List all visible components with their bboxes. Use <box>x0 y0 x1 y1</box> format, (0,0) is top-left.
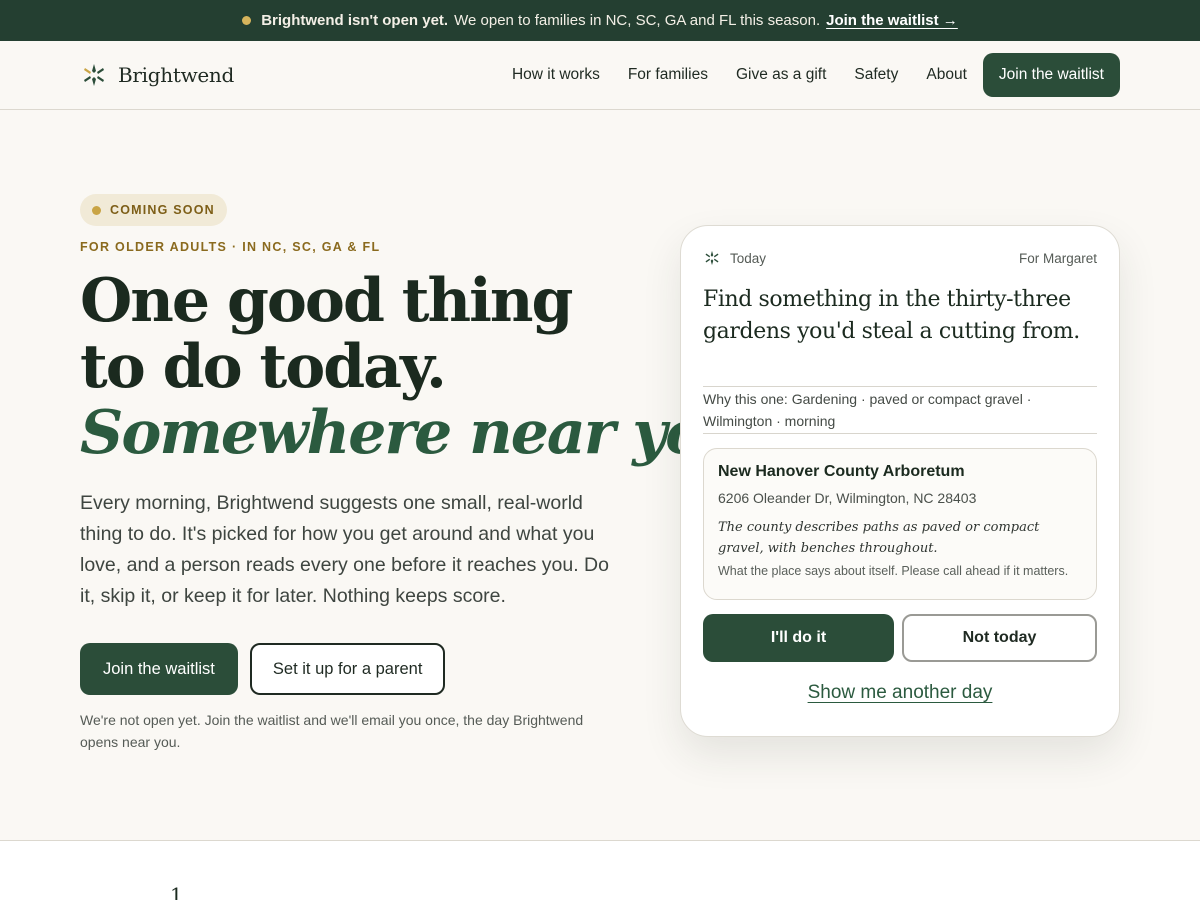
sparkle-logo-icon <box>84 64 104 86</box>
hero-eyebrow: FOR OLDER ADULTS · IN NC, SC, GA & FL <box>80 240 381 254</box>
brand-name: Brightwend <box>118 63 235 87</box>
place-name: New Hanover County Arboretum <box>718 463 965 480</box>
card-why-this-one: Why this one: Gardening · paved or compa… <box>703 386 1097 434</box>
badge-label: COMING SOON <box>110 203 215 217</box>
nav-about[interactable]: About <box>926 66 967 84</box>
not-today-button[interactable]: Not today <box>902 614 1097 662</box>
place-address: 6206 Oleander Dr, Wilmington, NC 28403 <box>718 490 977 506</box>
announcement-text: We open to families in NC, SC, GA and FL… <box>454 12 821 29</box>
hero-section: COMING SOON FOR OLDER ADULTS · IN NC, SC… <box>0 110 1200 840</box>
place-description: The county describes paths as paved or c… <box>718 520 1040 556</box>
card-recipient: For Margaret <box>1018 250 1097 266</box>
nav-how-it-works[interactable]: How it works <box>512 66 600 84</box>
announcement-bar: Brightwend isn't open yet. We open to fa… <box>0 0 1200 41</box>
badge-dot <box>92 205 101 215</box>
hero-lede: Every morning, Brightwend suggests one s… <box>80 492 609 607</box>
nav-give-as-a-gift[interactable]: Give as a gift <box>736 66 826 84</box>
headline-line-2: to do today. <box>80 332 447 402</box>
waitlist-note: We're not open yet. Join the waitlist an… <box>80 712 584 750</box>
place-disclaimer: What the place says about itself. Please… <box>718 564 1069 578</box>
announcement-bold: Brightwend isn't open yet. <box>261 12 449 29</box>
headline-line-1: One good thing <box>80 266 573 336</box>
step-number: 1 <box>170 883 183 900</box>
hero-cta-row: Join the waitlist Set it up for a parent <box>80 643 446 695</box>
sparkle-icon <box>705 250 719 266</box>
nav-for-families[interactable]: For families <box>628 66 708 84</box>
ill-do-it-button[interactable]: I'll do it <box>703 614 894 662</box>
hero-headline: One good thing to do today. Somewhere ne… <box>80 266 766 468</box>
header-join-waitlist-button[interactable]: Join the waitlist <box>982 53 1120 97</box>
status-dot <box>242 16 252 25</box>
card-today-label: Today <box>730 250 767 266</box>
set-up-for-parent-button[interactable]: Set it up for a parent <box>249 643 446 695</box>
card-suggestion-title: Find something in the thirty-three garde… <box>703 287 1080 344</box>
brand-home-link[interactable]: Brightwend <box>80 61 234 89</box>
another-day-row: Show me another day <box>703 682 1097 704</box>
announcement-waitlist-link[interactable]: Join the waitlist → <box>826 12 958 29</box>
card-actions: I'll do it Not today <box>703 614 1097 662</box>
suggestion-card: Today For Margaret Find something in the… <box>680 225 1120 737</box>
main-nav: How it works For families Give as a gift… <box>484 53 1120 97</box>
card-header: Today For Margaret <box>703 248 1097 268</box>
nav-safety[interactable]: Safety <box>854 66 898 84</box>
place-info-box: New Hanover County Arboretum 6206 Oleand… <box>703 448 1097 600</box>
join-waitlist-button[interactable]: Join the waitlist <box>80 643 238 695</box>
card-today: Today <box>703 249 766 267</box>
how-it-works-section: 1 <box>0 840 1200 900</box>
coming-soon-badge: COMING SOON <box>80 194 227 226</box>
show-another-day-link[interactable]: Show me another day <box>808 682 993 703</box>
site-header: Brightwend How it works For families Giv… <box>0 41 1200 110</box>
headline-line-3: Somewhere near you. <box>80 398 766 468</box>
